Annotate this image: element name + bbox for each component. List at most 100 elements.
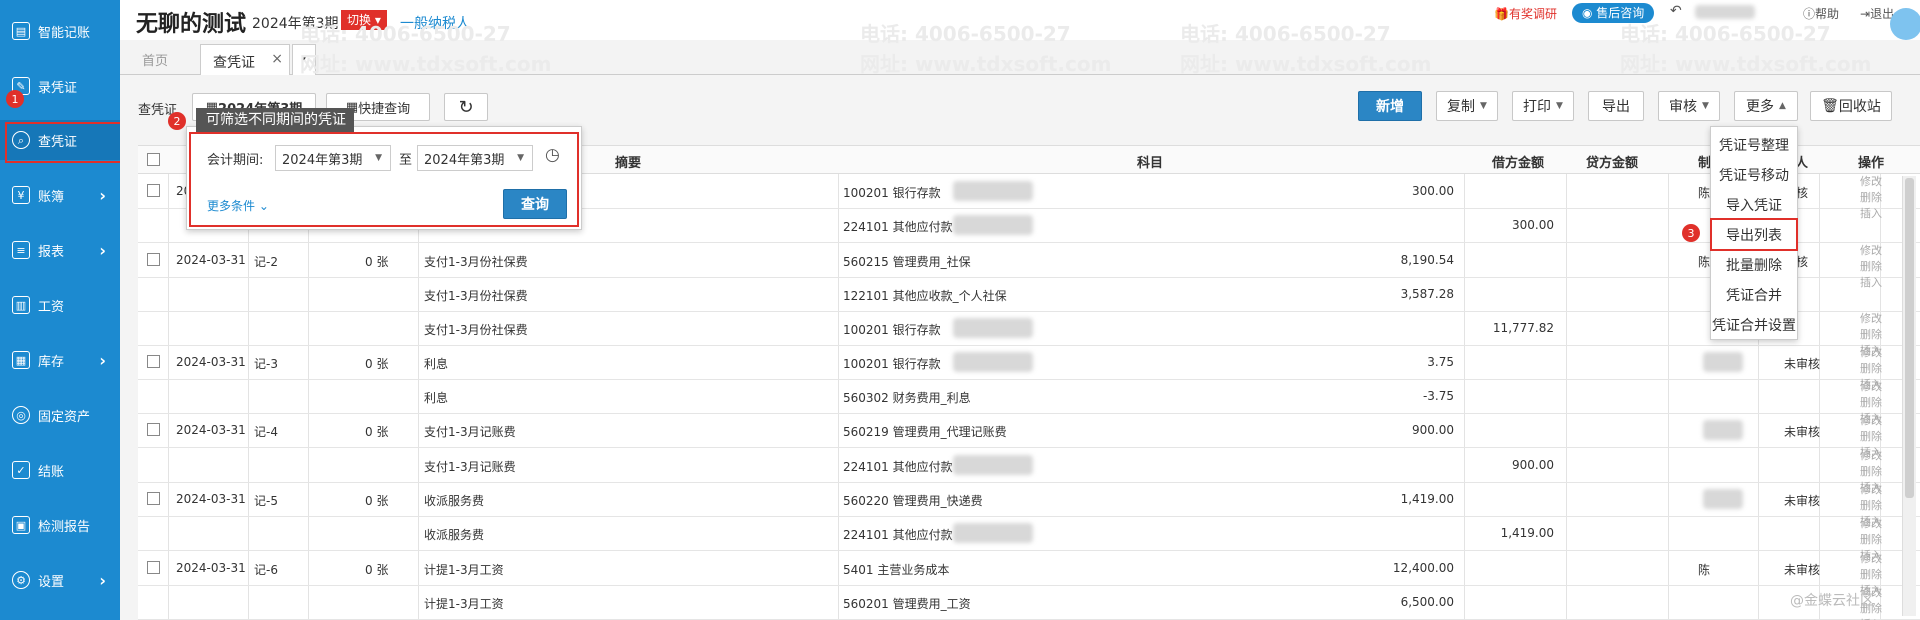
recycle-bin-button[interactable]: 🗑 回收站: [1810, 91, 1892, 121]
table-row[interactable]: 2024-03-31 记-2 0 张 支付1-3月份社保费 560215 管理费用_社保…: [138, 243, 1920, 289]
more-conditions-link[interactable]: 更多条件 ⌄: [207, 197, 269, 214]
query-button[interactable]: 查询: [503, 189, 567, 219]
row-checkbox[interactable]: [147, 355, 160, 368]
vertical-scrollbar[interactable]: [1902, 176, 1916, 616]
sidebar-item-fixed-asset[interactable]: ◎ 固定资产: [0, 395, 120, 435]
delete-link[interactable]: 删除: [1860, 464, 1882, 480]
menu-voucher-merge[interactable]: 凭证合并: [1711, 280, 1797, 310]
edit-link[interactable]: 修改: [1860, 551, 1882, 567]
close-icon[interactable]: ×: [271, 51, 283, 67]
delete-link[interactable]: 删除: [1860, 395, 1882, 411]
blurred-maker: [1703, 352, 1743, 372]
table-row[interactable]: 2024-03-31 记-6 0 张 计提1-3月工资 5401 主营业务成本 12,40…: [138, 551, 1920, 597]
menu-voucher-renumber[interactable]: 凭证号整理: [1711, 130, 1797, 160]
mascot-avatar[interactable]: [1890, 8, 1920, 40]
table-row[interactable]: 2024-03-31 记-3 0 张 利息 100201 银行存款 3.75 未审核 修改 删除…: [138, 345, 1920, 391]
table-row[interactable]: 支付1-3月记账费 224101 其他应付款 900.00 修改 删除 插入: [138, 448, 1920, 494]
table-row[interactable]: 计提1-3月工资560201 管理费用_工资6,500.00修改删除插入: [138, 585, 1920, 620]
row-checkbox[interactable]: [147, 423, 160, 436]
edit-link[interactable]: 修改: [1860, 345, 1882, 361]
delete-link[interactable]: 删除: [1860, 532, 1882, 548]
table-row[interactable]: 支付1-3月份社保费 100201 银行存款 11,777.82 修改 删除 插入: [138, 311, 1920, 357]
more-button[interactable]: 更多 ▲: [1734, 91, 1798, 121]
tab-search-voucher[interactable]: 查凭证 ×: [200, 44, 290, 75]
export-button[interactable]: 导出: [1588, 91, 1644, 121]
delete-link[interactable]: 删除: [1860, 259, 1882, 275]
edit-link[interactable]: 修改: [1860, 448, 1882, 464]
table-row[interactable]: 利息 560302 财务费用_利息 -3.75 修改 删除 插入: [138, 379, 1920, 425]
sidebar-item-settings[interactable]: ⚙ 设置 ›: [0, 560, 120, 600]
top-header: 无聊的测试 2024年第3期 切换 ▾ 一般纳税人 🎁有奖调研 ◉ 售后咨询 ↶…: [120, 0, 1920, 40]
undo-icon[interactable]: ↶: [1670, 3, 1682, 19]
sidebar-item-search-voucher[interactable]: ⌕ 查凭证: [0, 120, 120, 160]
table-row[interactable]: 2024-03-31 记-4 0 张 支付1-3月记账费 560219 管理费用_代理记…: [138, 413, 1920, 459]
audit-status-cell: 未审核: [1784, 357, 1821, 371]
credit-cell: 300.00: [1512, 218, 1554, 232]
taxpayer-link[interactable]: 一般纳税人: [400, 13, 470, 33]
print-button[interactable]: 打印 ▼: [1512, 91, 1574, 121]
refresh-button[interactable]: ↻: [444, 93, 488, 121]
clock-icon[interactable]: ◷: [545, 145, 560, 165]
period-to-select[interactable]: 2024年第3期 ▼: [417, 145, 533, 171]
new-button[interactable]: 新增: [1358, 91, 1422, 121]
step-badge-3: 3: [1682, 224, 1700, 242]
menu-merge-settings[interactable]: 凭证合并设置: [1711, 310, 1797, 340]
edit-link[interactable]: 修改: [1860, 243, 1882, 259]
attachment-cell: 0 张: [365, 563, 389, 577]
menu-voucher-move[interactable]: 凭证号移动: [1711, 160, 1797, 190]
row-checkbox[interactable]: [147, 561, 160, 574]
delete-link[interactable]: 删除: [1860, 498, 1882, 514]
sidebar-item-ledger[interactable]: ¥ 账簿 ›: [0, 175, 120, 215]
debit-cell: -3.75: [1422, 389, 1454, 403]
select-all-checkbox[interactable]: [147, 153, 160, 166]
reward-survey-link[interactable]: 🎁有奖调研: [1494, 5, 1557, 22]
edit-link[interactable]: 修改: [1860, 379, 1882, 395]
chevron-down-icon: ▼: [1556, 101, 1563, 111]
menu-import-voucher[interactable]: 导入凭证: [1711, 190, 1797, 220]
sidebar-item-inventory[interactable]: ▦ 库存 ›: [0, 340, 120, 380]
tab-home[interactable]: 首页: [142, 50, 168, 69]
row-checkbox[interactable]: [147, 492, 160, 505]
edit-link[interactable]: 修改: [1860, 516, 1882, 532]
switch-button[interactable]: 切换 ▾: [341, 10, 387, 30]
voucher-no-cell[interactable]: 记-6: [254, 561, 278, 578]
menu-batch-delete[interactable]: 批量删除: [1711, 250, 1797, 280]
voucher-no-cell[interactable]: 记-5: [254, 492, 278, 509]
after-sales-button[interactable]: ◉ 售后咨询: [1572, 3, 1655, 23]
delete-link[interactable]: 删除: [1860, 327, 1882, 343]
edit-link[interactable]: 修改: [1860, 311, 1882, 327]
help-link[interactable]: ⓘ帮助: [1803, 5, 1839, 22]
delete-link[interactable]: 删除: [1860, 361, 1882, 377]
voucher-no-cell[interactable]: 记-4: [254, 423, 278, 440]
table-row[interactable]: 支付1-3月份社保费 122101 其他应收款_个人社保 3,587.28: [138, 277, 1920, 312]
delete-link[interactable]: 删除: [1860, 190, 1882, 206]
edit-link[interactable]: 修改: [1860, 482, 1882, 498]
exit-link[interactable]: ⇥退出: [1860, 5, 1894, 22]
edit-link[interactable]: 修改: [1860, 174, 1882, 190]
close-books-icon: ✓: [12, 461, 30, 479]
scrollbar-thumb[interactable]: [1905, 178, 1914, 498]
sidebar-item-check-report[interactable]: ▣ 检测报告: [0, 505, 120, 545]
row-checkbox[interactable]: [147, 253, 160, 266]
sidebar-item-smart-book[interactable]: ▤ 智能记账: [0, 11, 120, 51]
audit-button[interactable]: 审核 ▼: [1658, 91, 1720, 121]
delete-link[interactable]: 删除: [1860, 567, 1882, 583]
summary-cell: 计提1-3月工资: [424, 563, 504, 577]
period-from-select[interactable]: 2024年第3期 ▼: [275, 145, 391, 171]
delete-link[interactable]: 删除: [1860, 429, 1882, 445]
copy-button[interactable]: 复制 ▼: [1436, 91, 1498, 121]
table-row[interactable]: 2024-03-31 记-5 0 张 收派服务费 560220 管理费用_快递费 1,41…: [138, 482, 1920, 528]
edit-link[interactable]: 修改: [1860, 413, 1882, 429]
sidebar-item-salary[interactable]: ▥ 工资: [0, 285, 120, 325]
sidebar-item-close-books[interactable]: ✓ 结账: [0, 450, 120, 490]
menu-export-list[interactable]: 导出列表: [1711, 220, 1797, 250]
voucher-no-cell[interactable]: 记-3: [254, 355, 278, 372]
row-checkbox[interactable]: [147, 184, 160, 197]
voucher-no-cell[interactable]: 记-2: [254, 253, 278, 270]
subject-cell: 100201 银行存款: [843, 186, 941, 200]
sidebar-item-report[interactable]: ≡ 报表 ›: [0, 230, 120, 270]
date-cell: 2024-03-31: [176, 355, 246, 369]
step-badge-1: 1: [6, 90, 24, 108]
table-row[interactable]: 收派服务费 224101 其他应付款 1,419.00 修改 删除 插入: [138, 516, 1920, 562]
tab-dropdown[interactable]: ▾: [292, 44, 316, 75]
